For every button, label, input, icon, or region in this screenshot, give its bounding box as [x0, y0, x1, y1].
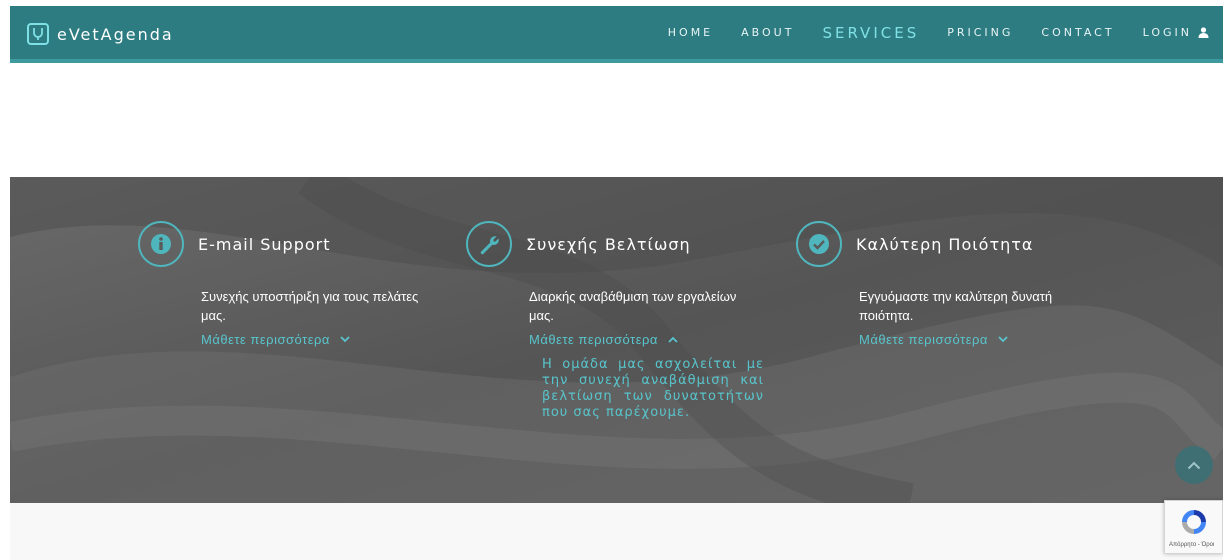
learn-more-label: Μάθετε περισσότερα: [529, 332, 658, 347]
learn-more-label: Μάθετε περισσότερα: [859, 332, 988, 347]
service-description: Συνεχής υποστήριξη για τους πελάτες μας.: [201, 289, 419, 323]
nav-pricing[interactable]: PRICING: [947, 26, 1013, 39]
learn-more-link[interactable]: Μάθετε περισσότερα: [529, 332, 766, 347]
recaptcha-links[interactable]: Απόρρητο - Όροι: [1169, 542, 1214, 548]
service-title: E-mail Support: [198, 234, 331, 254]
chevron-up-icon: [1187, 461, 1201, 469]
learn-more-link[interactable]: Μάθετε περισσότερα: [859, 332, 1096, 347]
recaptcha-icon: [1182, 510, 1206, 534]
services-section: E-mail Support Συνεχής υποστήριξη για το…: [10, 177, 1223, 503]
recaptcha-badge[interactable]: Απόρρητο - Όροι: [1164, 500, 1223, 554]
brand-name: eVetAgenda: [57, 24, 174, 44]
service-best-quality: Καλύτερη Ποιότητα Εγγυόμαστε την καλύτερ…: [796, 221, 1096, 347]
chevron-down-icon: [998, 336, 1008, 343]
wrench-icon: [466, 221, 512, 267]
info-icon: [138, 221, 184, 267]
nav-home[interactable]: HOME: [668, 26, 713, 39]
nav-about[interactable]: ABOUT: [741, 26, 794, 39]
chevron-down-icon: [340, 336, 350, 343]
service-header: E-mail Support: [138, 221, 438, 267]
nav-login-label: LOGIN: [1142, 26, 1192, 39]
service-title: Συνεχής Βελτίωση: [526, 234, 691, 254]
service-email-support: E-mail Support Συνεχής υποστήριξη για το…: [138, 221, 438, 347]
user-icon: [1198, 27, 1209, 38]
check-icon: [796, 221, 842, 267]
chevron-up-icon: [668, 336, 678, 343]
nav-login[interactable]: LOGIN: [1143, 26, 1209, 39]
service-title: Καλύτερη Ποιότητα: [856, 234, 1034, 254]
stethoscope-icon: [27, 23, 49, 45]
service-continuous-improvement: Συνεχής Βελτίωση Διαρκής αναβάθμιση των …: [466, 221, 766, 421]
service-description: Διαρκής αναβάθμιση των εργαλείων μας.: [529, 289, 737, 323]
nav-services[interactable]: SERVICES: [822, 24, 919, 42]
service-description: Εγγυόμαστε την καλύτερη δυνατή ποιότητα.: [859, 289, 1053, 323]
expanded-details: Η ομάδα μας ασχολείται με την συνεχή ανα…: [542, 357, 764, 420]
service-header: Καλύτερη Ποιότητα: [796, 221, 1096, 267]
learn-more-link[interactable]: Μάθετε περισσότερα: [201, 332, 438, 347]
nav-contact[interactable]: CONTACT: [1041, 26, 1114, 39]
nav-links: HOME ABOUT SERVICES PRICING CONTACT LOGI…: [640, 6, 1209, 59]
footer-strip: [10, 503, 1223, 560]
service-header: Συνεχής Βελτίωση: [466, 221, 766, 267]
brand[interactable]: eVetAgenda: [27, 23, 174, 45]
page: eVetAgenda HOME ABOUT SERVICES PRICING C…: [0, 0, 1223, 560]
scroll-to-top-button[interactable]: [1175, 446, 1213, 484]
learn-more-label: Μάθετε περισσότερα: [201, 332, 330, 347]
navbar: eVetAgenda HOME ABOUT SERVICES PRICING C…: [10, 6, 1223, 63]
